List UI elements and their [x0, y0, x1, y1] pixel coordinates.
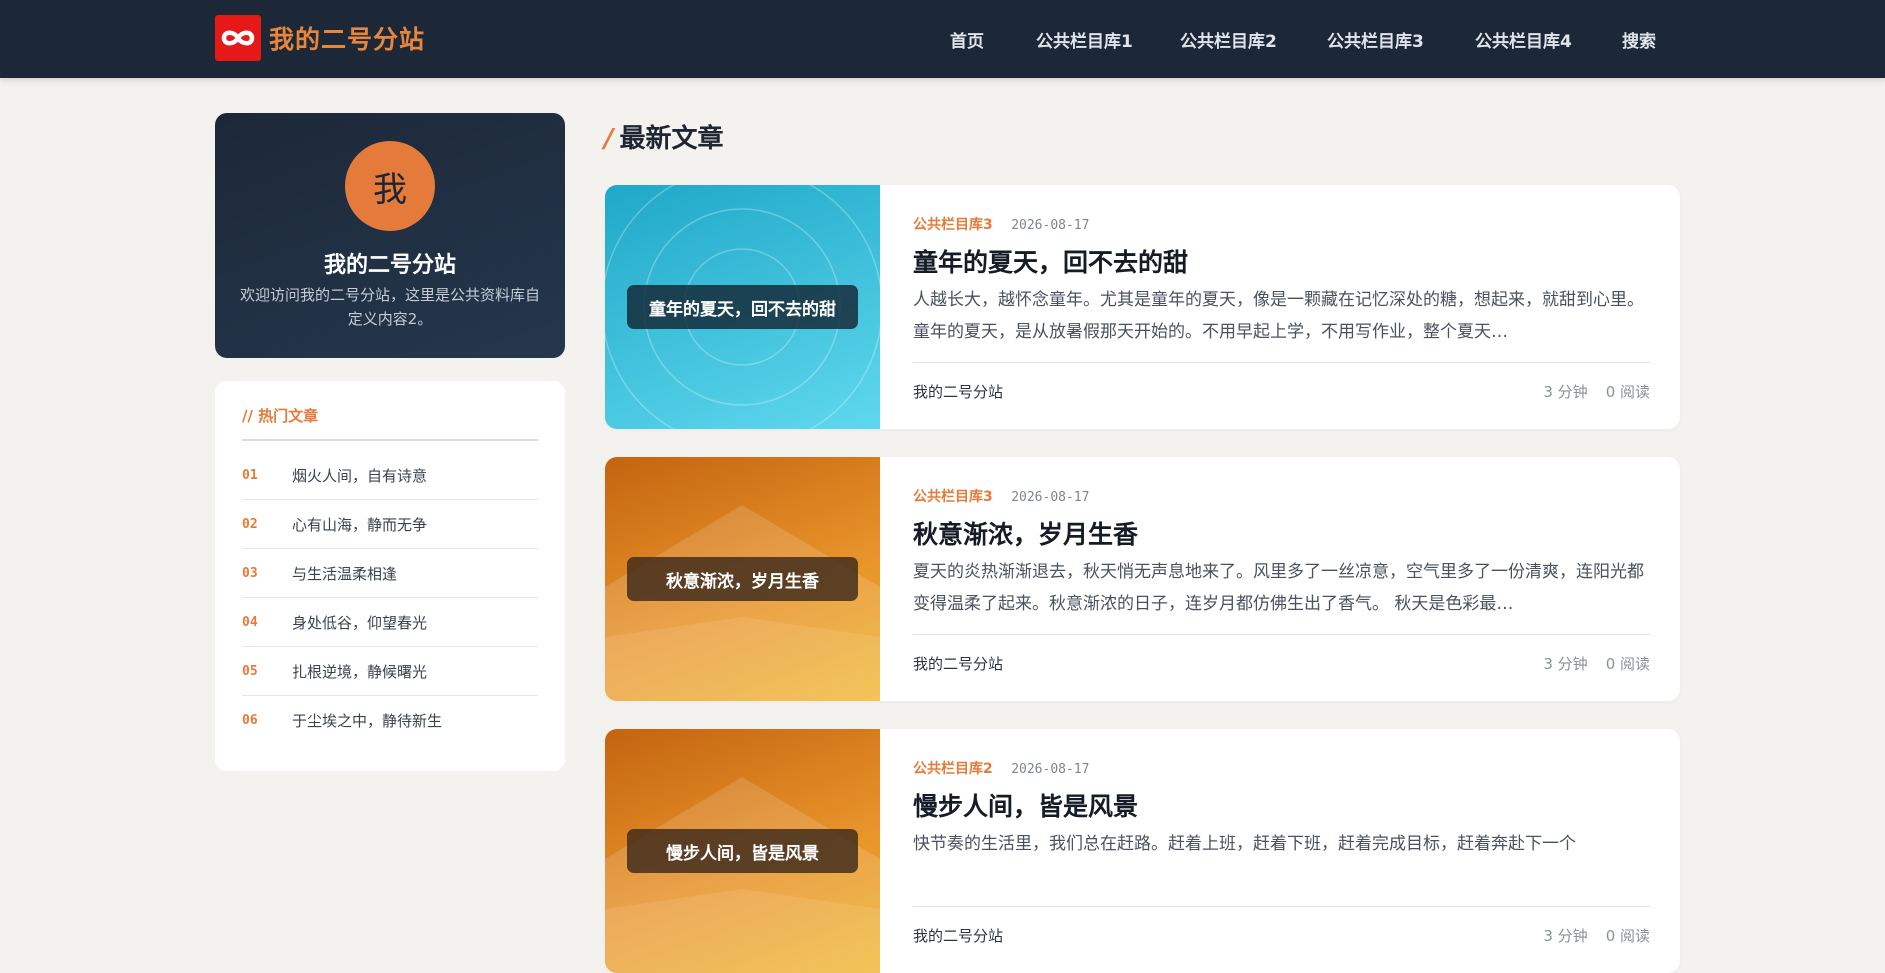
article-card[interactable]: 童年的夏天，回不去的甜 公共栏目库3 2026-08-17 童年的夏天，回不去的… — [605, 185, 1680, 429]
article-author: 我的二号分站 — [913, 383, 1004, 401]
profile-name: 我的二号分站 — [323, 253, 456, 278]
view-count: 0 阅读 — [1605, 927, 1650, 945]
article-stats: 3 分钟 0 阅读 — [1543, 381, 1650, 402]
profile-card: 我 我的二号分站 欢迎访问我的二号分站，这里是公共资料库自定义内容2。 — [215, 113, 565, 358]
article-excerpt: 人越长大，越怀念童年。尤其是童年的夏天，像是一颗藏在记忆深处的糖，想起来，就甜到… — [913, 290, 1644, 342]
hot-article-item[interactable]: 03 与生活温柔相逢 — [242, 549, 538, 598]
article-meta: 公共栏目库3 2026-08-17 — [913, 486, 1089, 506]
main-nav: 首页 公共栏目库1 公共栏目库2 公共栏目库3 公共栏目库4 搜索 — [0, 0, 1885, 78]
article-footer: 我的二号分站 3 分钟 0 阅读 — [913, 906, 1650, 950]
article-meta: 公共栏目库3 2026-08-17 — [913, 214, 1089, 234]
hot-article-title[interactable]: 心有山海，静而无争 — [292, 514, 427, 535]
read-time: 3 分钟 — [1543, 383, 1588, 401]
article-body: 公共栏目库3 2026-08-17 童年的夏天，回不去的甜 人越长大，越怀念童年… — [913, 185, 1650, 429]
article-date: 2026-08-17 — [1011, 218, 1090, 233]
nav-column-4[interactable]: 公共栏目库4 — [1475, 27, 1572, 52]
article-thumbnail[interactable]: 秋意渐浓，岁月生香 — [605, 457, 880, 701]
nav-column-2[interactable]: 公共栏目库2 — [1180, 27, 1277, 52]
nav-search[interactable]: 搜索 — [1622, 27, 1656, 52]
section-title: / 最新文章 — [604, 118, 724, 155]
top-navbar: 我的二号分站 首页 公共栏目库1 公共栏目库2 公共栏目库3 公共栏目库4 搜索 — [0, 0, 1885, 78]
view-count: 0 阅读 — [1605, 655, 1650, 673]
article-title[interactable]: 童年的夏天，回不去的甜 — [913, 243, 1188, 279]
hot-article-item[interactable]: 02 心有山海，静而无争 — [242, 500, 538, 549]
hot-article-item[interactable]: 01 烟火人间，自有诗意 — [242, 451, 538, 500]
rank-number: 02 — [242, 516, 258, 532]
hot-articles-widget: // 热门文章 01 烟火人间，自有诗意 02 心有山海，静而无争 03 与生活… — [215, 381, 565, 771]
hot-article-title[interactable]: 身处低谷，仰望春光 — [292, 612, 427, 633]
rank-number: 05 — [242, 663, 258, 679]
rank-number: 01 — [242, 467, 258, 483]
hot-article-item[interactable]: 06 于尘埃之中，静待新生 — [242, 696, 538, 745]
article-category[interactable]: 公共栏目库3 — [913, 489, 993, 505]
article-category[interactable]: 公共栏目库2 — [913, 761, 993, 777]
hot-articles-list: 01 烟火人间，自有诗意 02 心有山海，静而无争 03 与生活温柔相逢 04 … — [242, 451, 538, 745]
article-thumbnail[interactable]: 慢步人间，皆是风景 — [605, 729, 880, 973]
article-date: 2026-08-17 — [1011, 762, 1090, 777]
section-title-text: 最新文章 — [619, 124, 724, 154]
article-date: 2026-08-17 — [1011, 490, 1090, 505]
article-category[interactable]: 公共栏目库3 — [913, 217, 993, 233]
thumbnail-label: 童年的夏天，回不去的甜 — [627, 285, 858, 329]
article-title[interactable]: 慢步人间，皆是风景 — [913, 787, 1138, 823]
nav-home[interactable]: 首页 — [950, 27, 984, 52]
article-title[interactable]: 秋意渐浓，岁月生香 — [913, 515, 1138, 551]
article-author: 我的二号分站 — [913, 927, 1004, 945]
hot-articles-title: // 热门文章 — [242, 405, 538, 441]
article-stats: 3 分钟 0 阅读 — [1543, 925, 1650, 946]
rank-number: 04 — [242, 614, 258, 630]
article-footer: 我的二号分站 3 分钟 0 阅读 — [913, 634, 1650, 678]
article-thumbnail[interactable]: 童年的夏天，回不去的甜 — [605, 185, 880, 429]
nav-column-1[interactable]: 公共栏目库1 — [1036, 27, 1133, 52]
article-excerpt: 快节奏的生活里，我们总在赶路。赶着上班，赶着下班，赶着完成目标，赶着奔赴下一个 — [913, 834, 1576, 854]
title-slash-accent: / — [604, 124, 614, 154]
hot-article-title[interactable]: 烟火人间，自有诗意 — [292, 465, 427, 486]
hot-article-title[interactable]: 与生活温柔相逢 — [292, 563, 397, 584]
thumbnail-label: 秋意渐浓，岁月生香 — [627, 557, 858, 601]
article-card[interactable]: 秋意渐浓，岁月生香 公共栏目库3 2026-08-17 秋意渐浓，岁月生香 夏天… — [605, 457, 1680, 701]
rank-number: 06 — [242, 713, 258, 728]
article-body: 公共栏目库2 2026-08-17 慢步人间，皆是风景 快节奏的生活里，我们总在… — [913, 729, 1650, 973]
thumbnail-label: 慢步人间，皆是风景 — [627, 829, 858, 873]
article-excerpt: 夏天的炎热渐渐退去，秋天悄无声息地来了。风里多了一丝凉意，空气里多了一份清爽，连… — [913, 562, 1644, 614]
nav-column-3[interactable]: 公共栏目库3 — [1327, 27, 1424, 52]
article-author: 我的二号分站 — [913, 655, 1004, 673]
article-card[interactable]: 慢步人间，皆是风景 公共栏目库2 2026-08-17 慢步人间，皆是风景 快节… — [605, 729, 1680, 973]
article-body: 公共栏目库3 2026-08-17 秋意渐浓，岁月生香 夏天的炎热渐渐退去，秋天… — [913, 457, 1650, 701]
hot-article-title[interactable]: 扎根逆境，静候曙光 — [292, 661, 427, 682]
hot-article-item[interactable]: 04 身处低谷，仰望春光 — [242, 598, 538, 647]
article-footer: 我的二号分站 3 分钟 0 阅读 — [913, 362, 1650, 406]
rank-number: 03 — [242, 565, 258, 581]
article-meta: 公共栏目库2 2026-08-17 — [913, 758, 1089, 778]
profile-description: 欢迎访问我的二号分站，这里是公共资料库自定义内容2。 — [239, 286, 540, 328]
view-count: 0 阅读 — [1605, 383, 1650, 401]
read-time: 3 分钟 — [1543, 655, 1588, 673]
avatar: 我 — [345, 141, 435, 231]
hot-article-item[interactable]: 05 扎根逆境，静候曙光 — [242, 647, 538, 696]
hot-article-title[interactable]: 于尘埃之中，静待新生 — [292, 710, 442, 731]
article-stats: 3 分钟 0 阅读 — [1543, 653, 1650, 674]
read-time: 3 分钟 — [1543, 927, 1588, 945]
